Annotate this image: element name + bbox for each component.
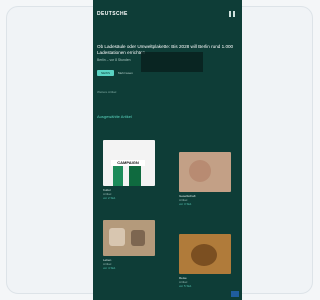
read-more-link[interactable]: Mehr lesen bbox=[118, 71, 133, 75]
article-byline: Berlin – vor 8 Stunden bbox=[97, 58, 131, 62]
article-tile[interactable]: Gesellschaft Artikel vor 3 Std. bbox=[179, 152, 231, 210]
article-tile[interactable]: Reise Artikel vor 5 Std. bbox=[179, 234, 231, 290]
menu-bar bbox=[233, 11, 235, 17]
category-pill[interactable]: NEWS bbox=[97, 70, 114, 76]
section-title: Ausgewählte Artikel bbox=[97, 114, 132, 119]
article-actions: NEWS Mehr lesen bbox=[97, 70, 133, 76]
thumbnail-shape bbox=[189, 160, 211, 182]
tile-meta: vor 5 Std. bbox=[179, 284, 192, 288]
tile-meta: vor 3 Std. bbox=[179, 202, 192, 206]
article-thumbnail[interactable]: CAMPAIGN bbox=[103, 140, 155, 186]
tile-meta: vor 2 Std. bbox=[103, 196, 116, 200]
tile-meta: vor 4 Std. bbox=[103, 266, 116, 270]
thumbnail-shape bbox=[191, 244, 217, 266]
article-tile[interactable]: CAMPAIGN Kultur Artikel vor 2 Std. bbox=[103, 140, 155, 200]
article-tile[interactable]: Leben Artikel vor 4 Std. bbox=[103, 220, 155, 278]
thumbnail-shape bbox=[131, 230, 145, 246]
article-thumbnail[interactable] bbox=[179, 234, 231, 274]
menu-icon[interactable] bbox=[229, 11, 236, 17]
more-articles-label: Weitere Artikel bbox=[97, 90, 117, 94]
menu-bar bbox=[229, 11, 231, 17]
mobile-viewport: DEUTSCHE Ob Ladesäule oder Umweltplakett… bbox=[93, 0, 242, 300]
top-navigation: DEUTSCHE bbox=[93, 8, 242, 20]
site-logo[interactable]: DEUTSCHE bbox=[97, 11, 128, 17]
thumbnail-shape bbox=[129, 166, 141, 186]
article-thumbnail[interactable] bbox=[103, 220, 155, 256]
thumbnail-shape bbox=[109, 228, 125, 246]
thumbnail-shape bbox=[113, 166, 123, 186]
headline-overlay bbox=[141, 52, 203, 72]
article-thumbnail[interactable] bbox=[179, 152, 231, 192]
scroll-indicator-icon[interactable] bbox=[231, 291, 239, 297]
